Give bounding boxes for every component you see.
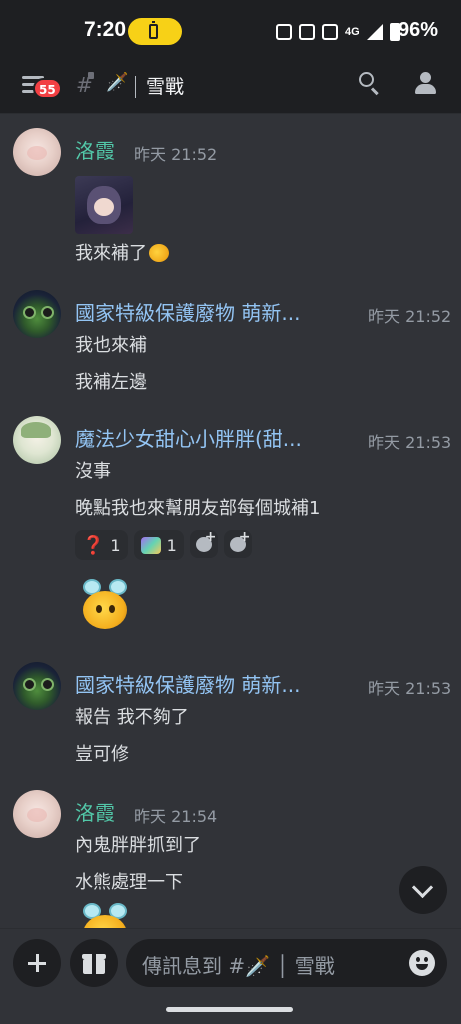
wifi-calling-icon xyxy=(322,24,338,40)
message-line: 我補左邊 xyxy=(75,372,147,393)
avatar[interactable] xyxy=(13,790,61,838)
signal-icon xyxy=(366,24,383,40)
network-label: 4G xyxy=(345,26,360,38)
message-list[interactable]: 洛霞 昨天 21:52 我來補了 國家特級保護廢物 萌新... 昨天 21:52… xyxy=(0,115,461,935)
message-line: 報告 我不夠了 xyxy=(75,707,189,728)
author-name[interactable]: 國家特級保護廢物 萌新... xyxy=(75,669,300,698)
emoji-icon[interactable] xyxy=(409,950,435,976)
reaction-question[interactable]: ❓ 1 xyxy=(75,530,128,560)
timestamp: 昨天 21:53 xyxy=(368,433,452,452)
channel-header: 55 # 🗡️ 雪戰 xyxy=(0,64,461,114)
battery-saver-pill xyxy=(128,18,182,45)
image-emoji xyxy=(140,536,161,554)
message-line: 水熊處理一下 xyxy=(75,872,183,893)
vibrate-icon xyxy=(299,24,315,40)
question-emoji: ❓ xyxy=(82,534,105,556)
nfc-icon xyxy=(276,24,292,40)
members-icon[interactable] xyxy=(412,72,440,96)
message-line: 豈可修 xyxy=(75,744,129,765)
author-name[interactable]: 魔法少女甜心小胖胖(甜... xyxy=(75,423,302,452)
status-bar: 7:20 4G 96% xyxy=(0,0,461,64)
channel-name[interactable]: 雪戰 xyxy=(146,72,184,99)
search-icon[interactable] xyxy=(359,72,381,96)
message-line: 晚點我也來幫朋友部每個城補1 xyxy=(75,498,321,519)
message-line: 內鬼胖胖抓到了 xyxy=(75,835,201,856)
reaction-bar: ❓ 1 1 xyxy=(75,529,252,560)
timestamp: 昨天 21:54 xyxy=(134,807,218,826)
avatar[interactable] xyxy=(13,290,61,338)
author-name[interactable]: 洛霞 xyxy=(75,135,115,164)
timestamp: 昨天 21:52 xyxy=(134,145,218,164)
chevron-down-icon[interactable] xyxy=(399,866,447,914)
message-composer: 傳訊息到 #🗡️ │ 雪戰 xyxy=(0,928,461,1024)
input-placeholder: 傳訊息到 #🗡️ │ 雪戰 xyxy=(142,954,335,978)
gift-icon[interactable] xyxy=(70,939,118,987)
add-reaction-icon[interactable] xyxy=(223,529,252,558)
message-line: 我也來補 xyxy=(75,335,147,356)
lock-icon xyxy=(88,72,94,79)
author-name[interactable]: 國家特級保護廢物 萌新... xyxy=(75,297,300,326)
notification-badge: 55 xyxy=(33,78,62,99)
reaction-image[interactable]: 1 xyxy=(133,530,184,560)
system-icons: 4G xyxy=(276,22,400,42)
home-indicator[interactable] xyxy=(166,1007,293,1012)
author-name[interactable]: 洛霞 xyxy=(75,797,115,826)
add-super-reaction-icon[interactable] xyxy=(189,529,218,558)
timestamp: 昨天 21:53 xyxy=(368,679,452,698)
bee-sticker[interactable] xyxy=(77,577,133,633)
clock: 7:20 xyxy=(84,18,127,41)
timestamp: 昨天 21:52 xyxy=(368,307,452,326)
plus-icon[interactable] xyxy=(13,939,61,987)
reaction-count: 1 xyxy=(166,535,177,555)
avatar[interactable] xyxy=(13,662,61,710)
divider xyxy=(135,76,136,98)
avatar[interactable] xyxy=(13,416,61,464)
image-attachment[interactable] xyxy=(75,176,133,234)
bee-emoji xyxy=(149,244,169,262)
battery-percent: 96% xyxy=(398,19,439,41)
message-input[interactable]: 傳訊息到 #🗡️ │ 雪戰 xyxy=(126,939,447,987)
channel-emoji: 🗡️ xyxy=(106,72,129,93)
reaction-count: 1 xyxy=(110,535,121,555)
message-line: 沒事 xyxy=(75,461,111,482)
message-line: 我來補了 xyxy=(75,239,169,265)
avatar[interactable] xyxy=(13,128,61,176)
